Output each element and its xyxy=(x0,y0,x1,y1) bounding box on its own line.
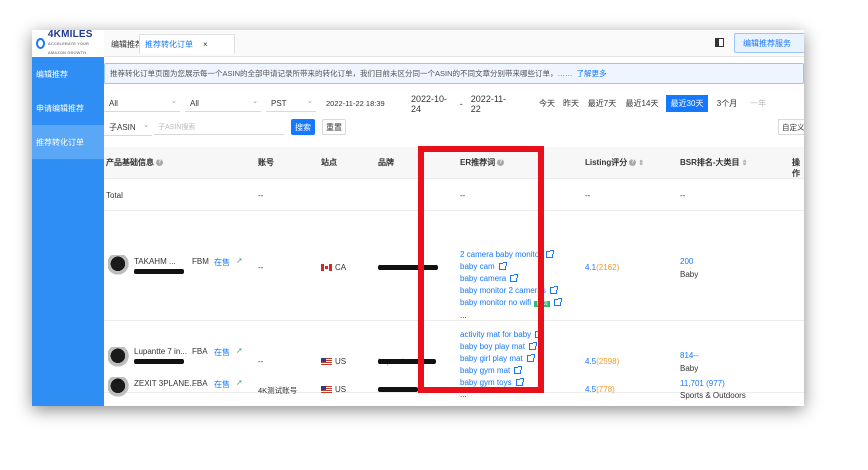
us-flag-icon xyxy=(321,358,332,366)
external-link-icon[interactable] xyxy=(549,286,558,294)
sort-icon[interactable]: ⇕ xyxy=(638,160,644,167)
col-site: 站点 xyxy=(321,158,337,167)
range-1-year[interactable]: 一年 xyxy=(744,95,772,112)
product-title[interactable]: TAKAHM ... xyxy=(134,257,176,266)
search-button[interactable]: 搜索 xyxy=(291,119,315,135)
date-start: 2022-10-24 xyxy=(411,93,448,114)
redacted-brand xyxy=(378,387,418,392)
layout-icon[interactable] xyxy=(715,38,724,47)
update-time: 2022-11-22 18:39 xyxy=(326,99,385,108)
range-30-days[interactable]: 最近30天 xyxy=(666,95,708,112)
logo-icon xyxy=(36,38,45,49)
col-account: 账号 xyxy=(258,158,274,167)
date-end: 2022-11-22 xyxy=(470,93,507,114)
sale-status: 在售 xyxy=(214,380,230,389)
rating-value: 4.5(2598) xyxy=(585,357,620,366)
learn-more-link[interactable]: 了解更多 xyxy=(577,68,607,79)
range-3-months[interactable]: 3个月 xyxy=(712,95,742,112)
rating-value: 4.5(778) xyxy=(585,385,615,394)
product-title[interactable]: ZEXIT 3PLANE... xyxy=(134,379,196,388)
us-flag-icon xyxy=(321,386,332,394)
asin-type-select[interactable]: 子ASIN ⌄ xyxy=(104,119,152,136)
help-icon[interactable]: ? xyxy=(156,159,163,167)
external-link-icon[interactable] xyxy=(554,298,563,306)
sidebar-item-apply-recommend[interactable]: 申请编辑推荐 xyxy=(32,91,104,125)
chevron-down-icon: ⌄ xyxy=(252,98,258,105)
range-today[interactable]: 今天 xyxy=(536,95,558,112)
col-ops: 操作 xyxy=(792,158,800,178)
account-value: 4K测试账号 xyxy=(258,386,298,395)
trend-arrow-icon[interactable]: ➚ xyxy=(236,346,243,355)
trend-arrow-icon[interactable]: ➚ xyxy=(236,256,243,265)
bsr-category: Baby xyxy=(680,270,699,279)
range-14-days[interactable]: 最近14天 xyxy=(622,95,662,112)
range-7-days[interactable]: 最近7天 xyxy=(584,95,620,112)
external-link-icon[interactable] xyxy=(545,250,554,258)
account-value: -- xyxy=(258,263,264,272)
help-icon[interactable]: ? xyxy=(629,159,637,167)
col-rating[interactable]: Listing评分? ⇕ xyxy=(585,157,644,168)
site-select[interactable]: All ⌄ xyxy=(185,95,261,112)
total-rating: -- xyxy=(585,191,591,200)
sort-icon[interactable]: ⇕ xyxy=(742,160,748,167)
date-range-picker[interactable]: 2022-10-24 - 2022-11-22 xyxy=(411,93,511,114)
chevron-down-icon: ⌄ xyxy=(307,98,313,105)
screenshot-canvas: 4KMILES ACCELERATE YOUR AMAZON GROWTH 编辑推… xyxy=(0,0,868,470)
timezone-select[interactable]: PST ⌄ xyxy=(266,95,316,112)
bsr-rank[interactable]: 11,701 (977) xyxy=(680,379,725,388)
account-value: -- xyxy=(258,357,264,366)
bsr-rank[interactable]: 814-- xyxy=(680,351,699,360)
range-yesterday[interactable]: 昨天 xyxy=(560,95,582,112)
custom-columns-button[interactable]: 自定义列 xyxy=(778,119,804,135)
sidebar: 编辑推荐 申请编辑推荐 推荐转化订单 xyxy=(32,57,104,406)
chevron-down-icon: ⌄ xyxy=(171,98,177,105)
product-image[interactable] xyxy=(108,255,130,277)
reset-button[interactable]: 重置 xyxy=(322,119,346,135)
sale-status: 在售 xyxy=(214,258,230,267)
chevron-down-icon: ⌄ xyxy=(143,122,149,129)
close-icon[interactable]: × xyxy=(203,40,208,49)
total-label: Total xyxy=(106,191,123,200)
rating-value: 4.1(2162) xyxy=(585,263,620,272)
info-notice: 推荐转化订单页面为您展示每一个ASIN的全部申请记录所带来的转化订单，我们目前未… xyxy=(104,63,804,84)
sale-status: 在售 xyxy=(214,348,230,357)
tab-bar: 编辑推荐 推荐转化订单× 编辑推荐服务⌄ xyxy=(104,30,804,57)
asin-search-input[interactable]: 子ASIN搜索 xyxy=(154,119,284,135)
product-image[interactable] xyxy=(108,377,130,399)
brand-logo[interactable]: 4KMILES ACCELERATE YOUR AMAZON GROWTH xyxy=(32,30,104,57)
sidebar-item-conversion-orders[interactable]: 推荐转化订单 xyxy=(32,125,104,159)
site-value: CA xyxy=(321,263,346,272)
site-value: US xyxy=(321,357,346,366)
bsr-rank[interactable]: 200 xyxy=(680,257,693,266)
fulfillment: FBM xyxy=(192,257,209,266)
tab-conversion-orders[interactable]: 推荐转化订单 × xyxy=(139,34,235,54)
col-bsr[interactable]: BSR排名-大类目 ⇕ xyxy=(680,157,747,168)
sidebar-item-editor-recommend[interactable]: 编辑推荐 xyxy=(32,57,104,91)
col-product: 产品基础信息? xyxy=(106,158,163,167)
bsr-category: Baby xyxy=(680,364,699,373)
account-select[interactable]: All ⌄ xyxy=(104,95,180,112)
total-bsr: -- xyxy=(680,191,686,200)
site-value: US xyxy=(321,385,346,394)
bsr-category: Sports & Outdoors xyxy=(680,391,746,400)
product-image[interactable] xyxy=(108,347,130,369)
canada-flag-icon xyxy=(321,264,332,272)
service-select[interactable]: 编辑推荐服务⌄ xyxy=(734,33,804,53)
brand-tagline: ACCELERATE YOUR AMAZON GROWTH xyxy=(47,41,90,55)
total-account: -- xyxy=(258,191,264,200)
fulfillment: FBA xyxy=(192,379,208,388)
annotation-highlight-box xyxy=(418,146,544,393)
date-separator: - xyxy=(459,98,463,109)
fulfillment: FBA xyxy=(192,347,208,356)
col-brand: 品牌 xyxy=(378,158,394,167)
redacted-asin xyxy=(134,359,184,364)
trend-arrow-icon[interactable]: ➚ xyxy=(236,378,243,387)
product-title[interactable]: Lupantte 7 in... xyxy=(134,347,187,356)
redacted-asin xyxy=(134,269,184,274)
